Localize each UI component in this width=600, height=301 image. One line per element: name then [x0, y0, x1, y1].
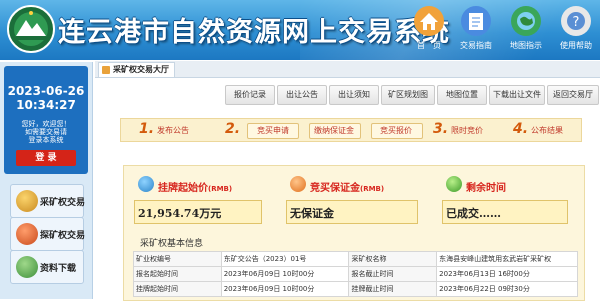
subnav-announcement[interactable]: 出让公告 — [277, 85, 327, 105]
table-cell: 东海县安峰山建筑用玄武岩矿采矿权 — [436, 251, 578, 267]
remaining-time-box: 已成交…… — [442, 200, 568, 224]
start-price-box: 21,954.74万元 — [134, 200, 262, 224]
greeting-line: 您好，欢迎您！ — [21, 120, 71, 128]
table-cell: 2023年06月13日 16时00分 — [436, 266, 578, 282]
step-label: 竞买报价 — [380, 126, 412, 135]
nav-help[interactable]: ? 使用帮助 — [553, 4, 599, 56]
notice-line-1: 如需要交易请 — [25, 128, 67, 136]
sidebar-item-label: 采矿权交易 — [40, 198, 86, 208]
guide-icon — [461, 6, 491, 36]
welcome-text: 您好，欢迎您！ 如需要交易请 登录本系统 — [4, 120, 88, 144]
start-price-value: 21,954.74万元 — [138, 207, 222, 220]
step-number: 2. — [225, 121, 241, 137]
table-cell: 东矿交公告（2023）01号 — [220, 251, 350, 267]
table-cell: 报名截止时间 — [348, 266, 438, 282]
current-date: 2023-06-26 — [7, 84, 85, 98]
sidebar-item-exploration-right[interactable]: 探矿权交易 — [10, 217, 86, 251]
remaining-time-value: 已成交…… — [446, 207, 501, 220]
process-steps: 1. 发布公告 2. 竞买申请 缴纳保证金 竞买报价 3. 限时竞价 4. 公布… — [120, 118, 582, 142]
tab-folder-icon — [102, 66, 110, 74]
subnav-notice[interactable]: 出让须知 — [329, 85, 379, 105]
subnav-return-hall[interactable]: 返回交易厅 — [547, 85, 599, 105]
nav-help-label: 使用帮助 — [560, 41, 592, 50]
home-icon — [414, 6, 444, 36]
sidebar-item-mining-right[interactable]: 采矿权交易 — [10, 184, 86, 218]
mining-right-icon — [16, 190, 38, 212]
tab-mining-hall[interactable]: 采矿权交易大厅 — [98, 62, 175, 77]
table-cell: 2023年06月09日 10时00分 — [220, 266, 350, 282]
deposit-value: 无保证金 — [290, 207, 334, 220]
step-label: 限时竞价 — [451, 126, 483, 135]
subnav-map-location[interactable]: 地图位置 — [437, 85, 487, 105]
login-button[interactable]: 登 录 — [16, 150, 76, 166]
step-apply: 2. 竞买申请 缴纳保证金 竞买报价 — [225, 119, 445, 141]
table-cell: 2023年06月09日 10时00分 — [220, 281, 350, 297]
deposit-icon — [290, 176, 306, 192]
nav-map-label: 地图指示 — [510, 41, 542, 50]
basic-info-table: 矿业权编号 东矿交公告（2023）01号 采矿权名称 东海县安峰山建筑用玄武岩矿… — [133, 251, 578, 297]
step-label: 发布公告 — [157, 126, 189, 135]
step-timed-bidding: 3. 限时竞价 — [433, 119, 505, 141]
table-cell: 2023年06月22日 09时30分 — [436, 281, 578, 297]
money-icon — [138, 176, 154, 192]
start-price-label: 挂牌起始价(RMB) — [158, 183, 233, 194]
exploration-right-icon — [16, 223, 38, 245]
header-banner: 连云港市自然资源网上交易系统 首 页 交易指南 地图指示 ? 使用帮助 — [0, 0, 600, 60]
subnav-plan-map[interactable]: 矿区规划图 — [381, 85, 435, 105]
download-icon — [16, 256, 38, 278]
sidebar-item-label: 资料下载 — [40, 264, 77, 274]
tab-bar: 采矿权交易大厅 — [95, 61, 600, 78]
step-label: 缴纳保证金 — [314, 126, 354, 135]
current-time: 10:34:27 — [16, 98, 76, 112]
nav-home[interactable]: 首 页 — [406, 4, 452, 56]
table-row: 矿业权编号 东矿交公告（2023）01号 采矿权名称 东海县安峰山建筑用玄武岩矿… — [133, 251, 578, 267]
notice-line-2: 登录本系统 — [28, 136, 64, 144]
table-cell: 挂牌截止时间 — [348, 281, 438, 297]
deposit-label: 竞买保证金(RMB) — [310, 183, 385, 194]
sidebar-item-download[interactable]: 资料下载 — [10, 250, 84, 284]
sidebar-item-label: 探矿权交易 — [40, 231, 86, 241]
nav-guide[interactable]: 交易指南 — [453, 4, 499, 56]
clock-panel: 2023-06-26 10:34:27 您好，欢迎您！ 如需要交易请 登录本系统… — [4, 66, 88, 174]
step-publish: 1. 发布公告 — [139, 119, 219, 141]
table-cell: 矿业权编号 — [133, 251, 222, 267]
remaining-time-label: 剩余时间 — [466, 183, 506, 194]
table-cell: 采矿权名称 — [348, 251, 438, 267]
table-row: 报名起始时间 2023年06月09日 10时00分 报名截止时间 2023年06… — [133, 266, 578, 282]
step-result: 4. 公布结果 — [513, 119, 581, 141]
subnav-download-files[interactable]: 下载出让文件 — [489, 85, 545, 105]
nav-home-label: 首 页 — [417, 41, 441, 50]
svg-text:?: ? — [573, 15, 580, 30]
emblem-logo-icon — [7, 5, 55, 53]
step-label: 竞买申请 — [257, 126, 289, 135]
subnav-bid-records[interactable]: 报价记录 — [225, 85, 275, 105]
nav-map[interactable]: 地图指示 — [503, 4, 549, 56]
help-icon: ? — [561, 6, 591, 36]
globe-icon — [511, 6, 541, 36]
step-number: 4. — [513, 121, 529, 137]
table-cell: 挂牌起始时间 — [133, 281, 222, 297]
basic-info-title: 采矿权基本信息 — [140, 239, 204, 249]
sub-navigation: 报价记录 出让公告 出让须知 矿区规划图 地图位置 下载出让文件 返回交易厅 — [225, 85, 600, 105]
clock-icon — [446, 176, 462, 192]
site-title: 连云港市自然资源网上交易系统 — [58, 17, 450, 48]
deposit-box: 无保证金 — [286, 200, 418, 224]
step-number: 3. — [433, 121, 449, 137]
tab-mining-hall-label: 采矿权交易大厅 — [113, 65, 169, 74]
table-row: 挂牌起始时间 2023年06月09日 10时00分 挂牌截止时间 2023年06… — [133, 281, 578, 297]
table-cell: 报名起始时间 — [133, 266, 222, 282]
nav-guide-label: 交易指南 — [460, 41, 492, 50]
step-number: 1. — [139, 121, 155, 137]
left-sidebar: 2023-06-26 10:34:27 您好，欢迎您！ 如需要交易请 登录本系统… — [0, 62, 93, 299]
step-label: 公布结果 — [531, 126, 563, 135]
